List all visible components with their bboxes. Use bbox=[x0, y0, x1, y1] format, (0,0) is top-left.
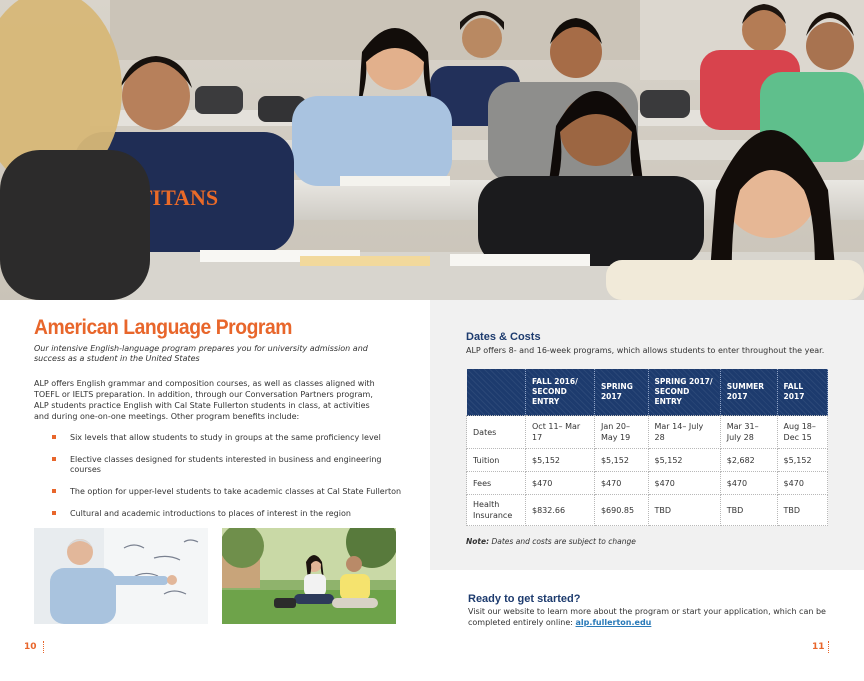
table-cell: Mar 31– July 28 bbox=[719, 415, 778, 449]
row-label: Dates bbox=[466, 415, 526, 449]
dates-costs-table: FALL 2016/ SECOND ENTRY SPRING 2017 SPRI… bbox=[466, 369, 829, 526]
classroom-illustration: TITANS bbox=[0, 0, 864, 300]
hero-classroom-photo: TITANS bbox=[0, 0, 864, 300]
table-row: Dates Oct 11– Mar 17 Jan 20– May 19 Mar … bbox=[466, 415, 829, 449]
table-cell: Jan 20– May 19 bbox=[593, 415, 649, 449]
row-label: Health Insurance bbox=[466, 494, 526, 526]
table-cell: $5,152 bbox=[593, 448, 649, 472]
program-intro: ALP offers English grammar and compositi… bbox=[34, 379, 375, 421]
benefits-list: Six levels that allow students to study … bbox=[52, 433, 412, 531]
teacher-illustration bbox=[34, 528, 208, 624]
students-lawn-photo bbox=[222, 528, 396, 624]
row-label: Tuition bbox=[466, 448, 526, 472]
program-title: American Language Program bbox=[34, 316, 292, 339]
table-header-cell: SPRING 2017/ SECOND ENTRY bbox=[648, 369, 721, 416]
dates-costs-heading: Dates & Costs bbox=[466, 331, 541, 343]
table-header-cell: FALL 2016/ SECOND ENTRY bbox=[525, 369, 595, 416]
students-lawn-illustration bbox=[222, 528, 396, 624]
table-header-cell: SUMMER 2017 bbox=[720, 369, 778, 416]
table-row: Tuition $5,152 $5,152 $5,152 $2,682 $5,1… bbox=[466, 448, 829, 472]
bullet-icon bbox=[52, 511, 56, 515]
bullet-icon bbox=[52, 435, 56, 439]
table-header-row: FALL 2016/ SECOND ENTRY SPRING 2017 SPRI… bbox=[466, 369, 829, 416]
table-cell: $470 bbox=[719, 471, 778, 495]
table-header-cell: FALL 2017 bbox=[777, 369, 829, 416]
website-link[interactable]: alp.fullerton.edu bbox=[576, 618, 652, 627]
table-cell: Oct 11– Mar 17 bbox=[525, 415, 595, 449]
costs-note: Note: Dates and costs are subject to cha… bbox=[466, 537, 636, 546]
table-header-corner bbox=[466, 369, 526, 416]
ready-heading: Ready to get started? bbox=[468, 593, 581, 605]
benefit-item: Elective classes designed for students i… bbox=[52, 455, 412, 475]
note-label: Note: bbox=[466, 537, 490, 546]
table-cell: TBD bbox=[719, 494, 778, 526]
bullet-icon bbox=[52, 457, 56, 461]
benefit-item: Six levels that allow students to study … bbox=[52, 433, 412, 443]
table-cell: $470 bbox=[776, 471, 829, 495]
benefit-text: The option for upper-level students to t… bbox=[70, 487, 402, 496]
row-label: Fees bbox=[466, 471, 526, 495]
table-row: Fees $470 $470 $470 $470 $470 bbox=[466, 471, 829, 495]
table-cell: $832.66 bbox=[525, 494, 595, 526]
note-text: Dates and costs are subject to change bbox=[491, 537, 636, 546]
benefit-item: The option for upper-level students to t… bbox=[52, 487, 412, 497]
table-cell: Aug 18– Dec 15 bbox=[776, 415, 829, 449]
ready-text: Visit our website to learn more about th… bbox=[468, 606, 828, 628]
page-number-separator bbox=[828, 641, 829, 653]
table-cell: $5,152 bbox=[647, 448, 721, 472]
page-number-left: 10 bbox=[24, 642, 37, 652]
bullet-icon bbox=[52, 489, 56, 493]
table-cell: $5,152 bbox=[776, 448, 829, 472]
benefit-item: Cultural and academic introductions to p… bbox=[52, 509, 412, 519]
table-cell: $470 bbox=[593, 471, 649, 495]
table-cell: $690.85 bbox=[593, 494, 649, 526]
table-cell: TBD bbox=[647, 494, 721, 526]
table-cell: $470 bbox=[525, 471, 595, 495]
benefit-text: Six levels that allow students to study … bbox=[70, 433, 381, 442]
table-cell: $5,152 bbox=[525, 448, 595, 472]
teacher-whiteboard-photo bbox=[34, 528, 208, 624]
page-number-right: 11 bbox=[812, 642, 825, 652]
table-header-cell: SPRING 2017 bbox=[594, 369, 649, 416]
dates-costs-panel: Dates & Costs ALP offers 8- and 16-week … bbox=[430, 300, 864, 570]
program-subtitle: Our intensive English-language program p… bbox=[34, 344, 368, 363]
table-row: Health Insurance $832.66 $690.85 TBD TBD… bbox=[466, 494, 829, 526]
dates-costs-intro: ALP offers 8- and 16-week programs, whic… bbox=[466, 346, 825, 355]
page-number-separator bbox=[43, 641, 44, 653]
right-page: Dates & Costs ALP offers 8- and 16-week … bbox=[430, 300, 864, 681]
benefit-text: Cultural and academic introductions to p… bbox=[70, 509, 351, 518]
table-cell: Mar 14– July 28 bbox=[647, 415, 721, 449]
table-cell: $470 bbox=[647, 471, 721, 495]
table-cell: TBD bbox=[776, 494, 829, 526]
benefit-text: Elective classes designed for students i… bbox=[70, 455, 382, 474]
left-page: American Language Program Our intensive … bbox=[0, 300, 430, 681]
table-cell: $2,682 bbox=[719, 448, 778, 472]
